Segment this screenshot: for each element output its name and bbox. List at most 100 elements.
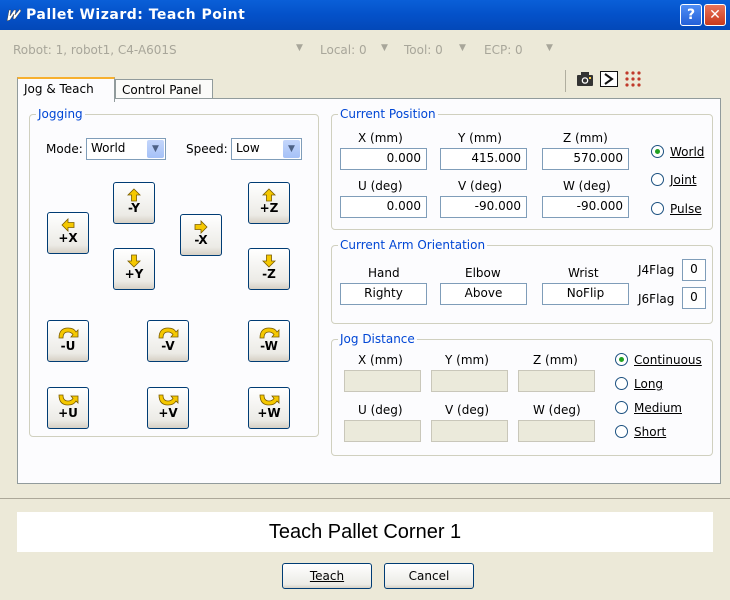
speed-dropdown-icon[interactable]: ▼ xyxy=(283,140,300,158)
robot-selector[interactable]: Robot: 1, robot1, C4-A601S xyxy=(13,43,177,57)
run-window-icon[interactable] xyxy=(600,71,618,87)
dist-w-input[interactable] xyxy=(518,420,595,442)
distance-long-radio[interactable]: Long xyxy=(615,377,663,391)
distance-continuous-label: Continuous xyxy=(634,353,702,367)
jog-plus-w-button[interactable]: +W xyxy=(248,387,290,429)
jog-plus-y-button[interactable]: +Y xyxy=(113,248,155,290)
jog-minus-x-label: -X xyxy=(194,233,208,247)
dist-v-input[interactable] xyxy=(431,420,508,442)
j4flag-label: J4Flag xyxy=(638,263,675,277)
ecp-selector[interactable]: ECP: 0 xyxy=(484,43,523,57)
distance-medium-radio[interactable]: Medium xyxy=(615,401,682,415)
arrow-down-icon xyxy=(262,254,276,268)
radio-icon xyxy=(615,401,628,414)
mode-joint-radio[interactable]: Joint xyxy=(651,173,697,187)
teach-button[interactable]: Teach xyxy=(282,563,372,589)
distance-short-radio[interactable]: Short xyxy=(615,425,666,439)
tab-jog-and-teach[interactable]: Jog & Teach xyxy=(17,77,115,102)
radio-selected-icon xyxy=(615,353,628,366)
radio-icon xyxy=(651,173,664,186)
dist-z-input[interactable] xyxy=(518,370,595,392)
instruction-message: Teach Pallet Corner 1 xyxy=(17,512,713,552)
jog-minus-w-label: -W xyxy=(260,339,278,353)
rotate-cw-icon xyxy=(259,394,280,406)
mode-dropdown-icon[interactable]: ▼ xyxy=(147,140,164,158)
jog-minus-y-label: -Y xyxy=(128,201,140,215)
jog-minus-w-button[interactable]: -W xyxy=(248,320,290,362)
jog-minus-u-label: -U xyxy=(60,339,76,353)
jog-minus-v-button[interactable]: -V xyxy=(147,320,189,362)
arrow-right-icon xyxy=(194,220,208,234)
pos-v-header: V (deg) xyxy=(458,179,503,193)
jog-minus-y-button[interactable]: -Y xyxy=(113,182,155,224)
toolbar-separator xyxy=(565,70,566,92)
mode-label: Mode: xyxy=(46,142,83,156)
jog-plus-y-label: +Y xyxy=(124,267,144,281)
distance-medium-label: Medium xyxy=(634,401,682,415)
tool-dropdown-icon[interactable]: ▼ xyxy=(459,43,466,53)
jog-plus-x-button[interactable]: +X xyxy=(47,212,89,254)
divider xyxy=(0,498,730,499)
distance-short-label: Short xyxy=(634,425,667,439)
tool-selector[interactable]: Tool: 0 xyxy=(404,43,443,57)
rotate-ccw-icon xyxy=(259,327,280,339)
arm-orientation-group: Current Arm Orientation xyxy=(331,238,713,324)
local-selector[interactable]: Local: 0 xyxy=(320,43,367,57)
distance-continuous-radio[interactable]: Continuous xyxy=(615,353,702,367)
dist-v-header: V (deg) xyxy=(445,403,490,417)
radio-selected-icon xyxy=(651,145,664,158)
mode-pulse-radio[interactable]: Pulse xyxy=(651,202,702,216)
window-title: Pallet Wizard: Teach Point xyxy=(26,7,246,23)
jog-plus-z-label: +Z xyxy=(259,201,279,215)
local-dropdown-icon[interactable]: ▼ xyxy=(381,43,388,53)
jog-minus-x-button[interactable]: -X xyxy=(180,214,222,256)
mode-world-label: World xyxy=(670,145,705,159)
dist-x-input[interactable] xyxy=(344,370,421,392)
wrist-header: Wrist xyxy=(568,266,599,280)
tab-panel: Jogging Mode: World ▼ Speed: Low ▼ -Y +X… xyxy=(17,98,721,484)
mode-pulse-label: Pulse xyxy=(670,202,702,216)
jog-plus-u-button[interactable]: +U xyxy=(47,387,89,429)
mode-world-radio[interactable]: World xyxy=(651,145,704,159)
robot-dropdown-icon[interactable]: ▼ xyxy=(296,43,303,53)
dist-u-input[interactable] xyxy=(344,420,421,442)
dist-x-header: X (mm) xyxy=(358,353,403,367)
distance-long-label: Long xyxy=(634,377,664,391)
hand-value: Righty xyxy=(340,283,427,305)
radio-icon xyxy=(615,377,628,390)
mode-select[interactable]: World ▼ xyxy=(86,138,166,160)
pos-x-value: 0.000 xyxy=(340,148,427,170)
dist-y-input[interactable] xyxy=(431,370,508,392)
jog-minus-u-button[interactable]: -U xyxy=(47,320,89,362)
arrow-down-icon xyxy=(127,254,141,268)
pos-u-value: 0.000 xyxy=(340,196,427,218)
camera-icon[interactable] xyxy=(576,71,594,87)
help-button[interactable]: ? xyxy=(680,4,702,26)
arrow-up-icon xyxy=(262,188,276,202)
rotate-ccw-icon xyxy=(58,327,79,339)
toolbar: Robot: 1, robot1, C4-A601S ▼ Local: 0 ▼ … xyxy=(0,30,730,92)
jog-plus-v-button[interactable]: +V xyxy=(147,387,189,429)
mode-value: World xyxy=(91,141,126,155)
dist-y-header: Y (mm) xyxy=(445,353,489,367)
jog-minus-z-button[interactable]: -Z xyxy=(248,248,290,290)
jog-plus-x-label: +X xyxy=(58,231,78,245)
pos-z-header: Z (mm) xyxy=(563,131,608,145)
radio-icon xyxy=(651,202,664,215)
close-button[interactable]: ✕ xyxy=(704,4,726,26)
pos-w-value: -90.000 xyxy=(542,196,629,218)
pos-v-value: -90.000 xyxy=(440,196,527,218)
jog-plus-z-button[interactable]: +Z xyxy=(248,182,290,224)
jogging-legend: Jogging xyxy=(38,107,83,121)
elbow-header: Elbow xyxy=(465,266,501,280)
cancel-button[interactable]: Cancel xyxy=(384,563,474,589)
speed-select[interactable]: Low ▼ xyxy=(231,138,302,160)
ecp-dropdown-icon[interactable]: ▼ xyxy=(546,43,553,53)
dist-z-header: Z (mm) xyxy=(533,353,578,367)
j6flag-label: J6Flag xyxy=(638,292,675,306)
pos-w-header: W (deg) xyxy=(563,179,611,193)
mode-joint-label: Joint xyxy=(670,173,697,187)
title-bar: Pallet Wizard: Teach Point ? ✕ xyxy=(0,0,730,30)
j4flag-value: 0 xyxy=(682,259,706,281)
io-monitor-icon[interactable] xyxy=(624,70,642,88)
